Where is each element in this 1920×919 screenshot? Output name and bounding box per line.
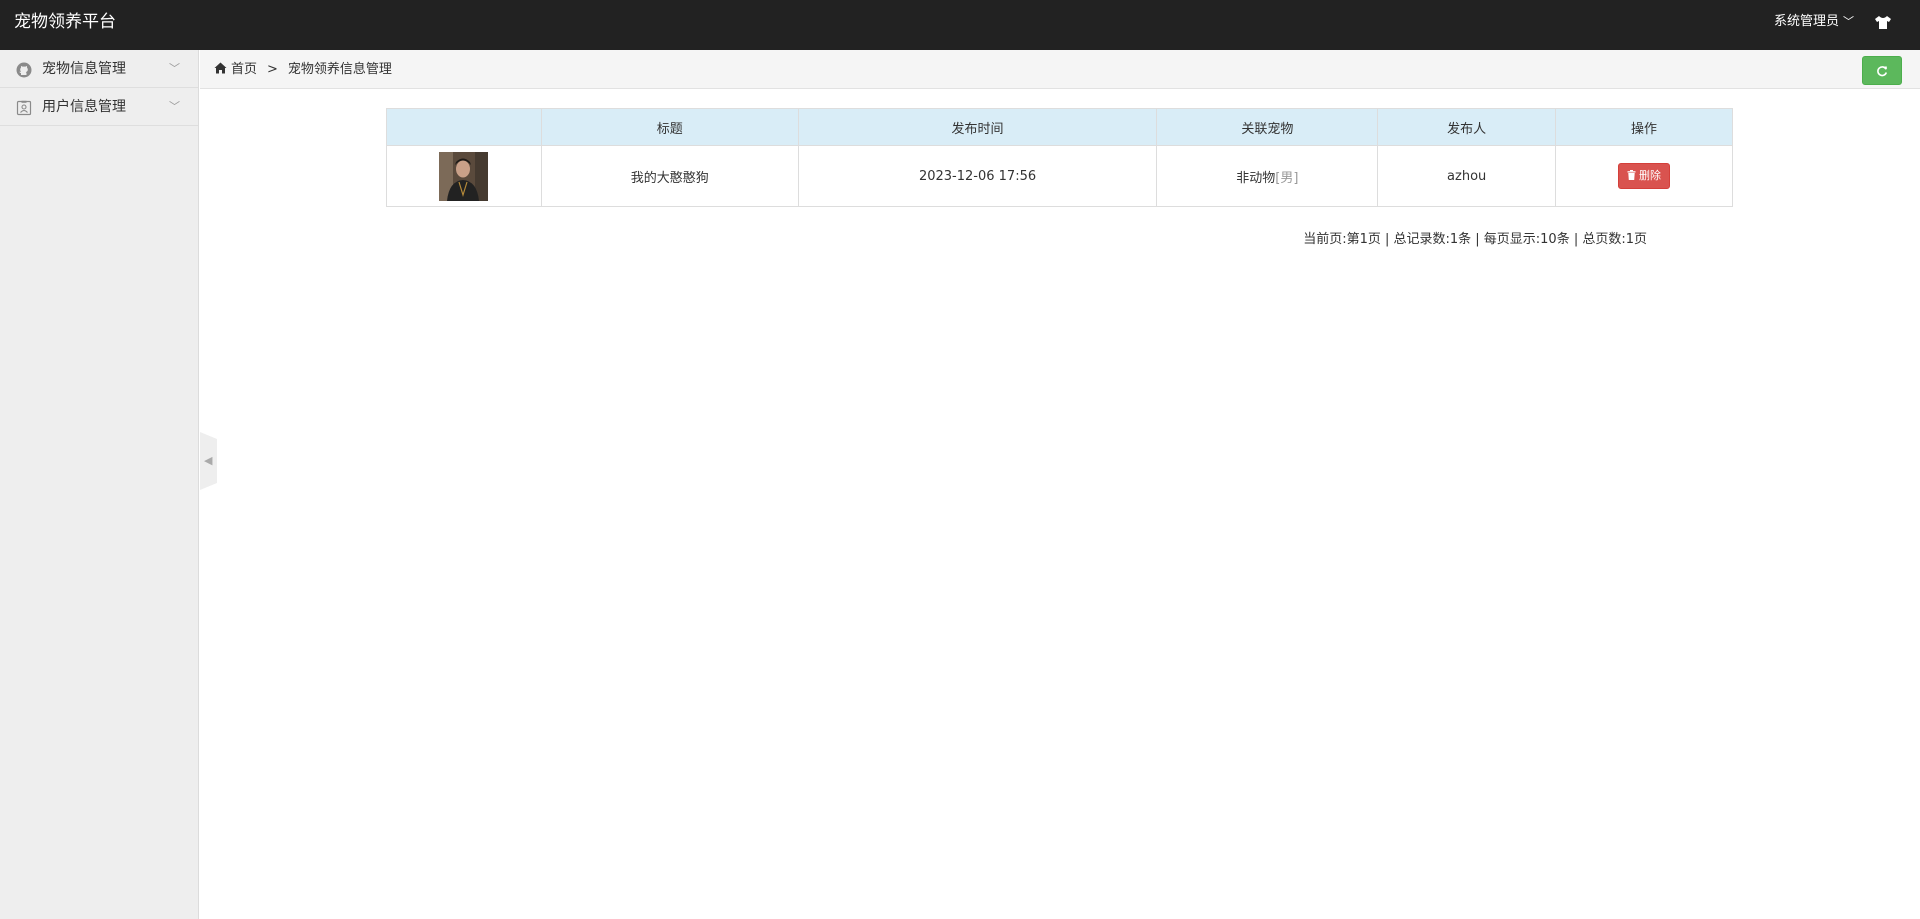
sidebar-item-pet-info[interactable]: 宠物信息管理 ﹀ — [0, 50, 198, 88]
breadcrumb-current: 宠物领养信息管理 — [287, 62, 392, 77]
top-navbar: 宠物领养平台 系统管理员 ﹀ — [0, 0, 1920, 50]
delete-button[interactable]: 删除 — [1618, 163, 1671, 189]
tshirt-icon[interactable] — [1874, 13, 1892, 31]
sidebar-collapse-handle[interactable]: ◀ — [200, 432, 217, 490]
table-row: 我的大憨憨狗 2023-12-06 17:56 非动物[男] azhou 删除 — [386, 145, 1733, 207]
column-header-image — [386, 108, 542, 146]
pagination-info: 当前页:第1页 | 总记录数:1条 | 每页显示:10条 | 总页数:1页 — [1303, 232, 1647, 247]
column-header-publisher: 发布人 — [1377, 108, 1557, 146]
publish-time-cell: 2023-12-06 17:56 — [797, 145, 1158, 207]
publisher-cell: azhou — [1377, 145, 1557, 207]
sidebar-item-label: 用户信息管理 — [42, 99, 126, 115]
github-icon — [16, 62, 32, 78]
chevron-down-icon: ﹀ — [169, 62, 180, 75]
home-icon — [214, 62, 227, 74]
chevron-down-icon: ﹀ — [169, 100, 180, 113]
user-menu-label: 系统管理员 — [1773, 14, 1839, 29]
sidebar-item-user-info[interactable]: 用户信息管理 ﹀ — [0, 88, 198, 126]
refresh-icon — [1877, 66, 1888, 77]
app-title[interactable]: 宠物领养平台 — [14, 0, 116, 50]
user-card-icon — [16, 100, 32, 116]
caret-left-icon: ◀ — [204, 454, 213, 467]
column-header-publish-time: 发布时间 — [797, 108, 1158, 146]
sidebar-item-label: 宠物信息管理 — [42, 61, 126, 77]
chevron-down-icon: ﹀ — [1843, 15, 1854, 28]
title-cell: 我的大憨憨狗 — [540, 145, 799, 207]
trash-icon — [1627, 170, 1636, 180]
related-pet-cell: 非动物[男] — [1156, 145, 1379, 207]
column-header-related-pet: 关联宠物 — [1156, 108, 1379, 146]
delete-button-label: 删除 — [1639, 169, 1662, 182]
user-menu-dropdown[interactable]: 系统管理员 ﹀ — [1774, 0, 1854, 50]
sidebar: 宠物信息管理 ﹀ 用户信息管理 ﹀ — [0, 50, 199, 919]
breadcrumb-home-link[interactable]: 首页 — [231, 62, 257, 77]
pet-name: 非动物 — [1236, 170, 1276, 186]
breadcrumb-separator: > — [267, 62, 278, 77]
column-header-title: 标题 — [540, 108, 799, 146]
column-header-action: 操作 — [1555, 108, 1733, 146]
refresh-button[interactable] — [1862, 56, 1902, 85]
adoption-info-table: 标题 发布时间 关联宠物 发布人 操作 我的大憨憨狗 2023-12-06 17… — [386, 108, 1733, 207]
action-cell: 删除 — [1555, 145, 1733, 207]
image-cell — [386, 145, 542, 207]
pet-gender: [男] — [1275, 170, 1299, 186]
breadcrumb-bar: 首页 > 宠物领养信息管理 — [200, 50, 1920, 89]
breadcrumb: 首页 > 宠物领养信息管理 — [214, 50, 392, 89]
table-header-row: 标题 发布时间 关联宠物 发布人 操作 — [386, 108, 1733, 146]
post-thumbnail[interactable] — [439, 151, 489, 201]
